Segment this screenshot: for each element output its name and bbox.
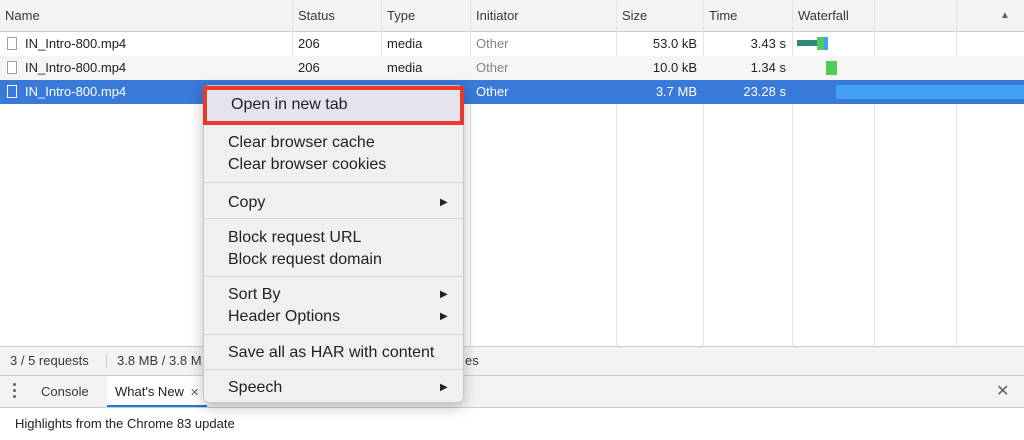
menu-item-speech[interactable]: Speech (228, 377, 282, 399)
cell-size: 10.0 kB (652, 60, 697, 75)
table-row-selected[interactable]: IN_Intro-800.mp4 Other 3.7 MB 23.28 s (0, 80, 1024, 104)
resources-size-tail: es (465, 353, 479, 368)
tab-whats-new-label: What's New (115, 384, 184, 399)
menu-item-open-in-new-tab-label: Open in new tab (231, 96, 348, 113)
menu-item-clear-browser-cookies[interactable]: Clear browser cookies (228, 154, 386, 176)
submenu-arrow-icon: ▶ (440, 382, 448, 393)
cell-status: 206 (298, 60, 320, 75)
column-header-name[interactable]: Name (0, 0, 292, 31)
submenu-arrow-icon: ▶ (440, 197, 448, 208)
waterfall-bar-waiting (797, 40, 817, 46)
sort-ascending-icon[interactable]: ▲ (1000, 0, 1010, 31)
menu-item-header-options[interactable]: Header Options (228, 306, 340, 328)
column-header-size[interactable]: Size (617, 0, 703, 31)
drawer-tab-bar: Console What's New ✕ ✕ (0, 376, 1024, 408)
file-icon (7, 85, 17, 98)
close-icon[interactable]: ✕ (190, 387, 199, 399)
close-drawer-icon[interactable]: ✕ (996, 376, 1009, 407)
column-header-type[interactable]: Type (382, 0, 470, 31)
cell-initiator: Other (476, 36, 509, 51)
menu-item-sort-by[interactable]: Sort By (228, 284, 280, 306)
menu-item-open-in-new-tab[interactable]: Open in new tab (203, 86, 464, 125)
transferred-size: 3.8 MB / 3.8 M (117, 353, 202, 368)
file-icon (7, 61, 17, 74)
cell-time: 1.34 s (750, 60, 786, 75)
cell-type: media (387, 60, 423, 75)
cell-initiator: Other (476, 60, 509, 75)
tab-whats-new[interactable]: What's New ✕ (107, 376, 208, 407)
menu-item-block-request-url[interactable]: Block request URL (228, 227, 361, 249)
request-name: IN_Intro-800.mp4 (25, 36, 127, 51)
request-name: IN_Intro-800.mp4 (25, 60, 127, 75)
waterfall-bar-content (836, 85, 1024, 99)
cell-name: IN_Intro-800.mp4 (0, 32, 292, 56)
cell-size: 3.7 MB (655, 84, 697, 99)
cell-time: 3.43 s (750, 36, 786, 51)
column-header-initiator[interactable]: Initiator (471, 0, 616, 31)
cell-size: 53.0 kB (652, 36, 697, 51)
menu-item-copy[interactable]: Copy (228, 192, 265, 214)
menu-item-clear-browser-cache[interactable]: Clear browser cache (228, 132, 375, 154)
cell-type: media (387, 36, 423, 51)
more-vertical-icon[interactable] (12, 383, 18, 401)
waterfall-bar-download (817, 37, 824, 50)
network-requests-table: Name Status Type Initiator Size Time Wat… (0, 0, 1024, 346)
cell-time: 23.28 s (743, 84, 786, 99)
column-header-waterfall[interactable]: Waterfall (793, 0, 993, 31)
table-header: Name Status Type Initiator Size Time Wat… (0, 0, 1024, 32)
submenu-arrow-icon: ▶ (440, 289, 448, 300)
tab-console-label: Console (41, 384, 89, 399)
waterfall-bar-download (826, 61, 837, 75)
table-row[interactable]: IN_Intro-800.mp4 206 media Other 10.0 kB… (0, 56, 1024, 80)
cell-name: IN_Intro-800.mp4 (0, 56, 292, 80)
context-menu: Copy Clear browser cache Clear browser c… (203, 85, 464, 403)
network-status-bar: 3 / 5 requests 3.8 MB / 3.8 M es (0, 346, 1024, 376)
cell-initiator: Other (476, 84, 509, 99)
tab-console[interactable]: Console (33, 376, 97, 407)
request-name: IN_Intro-800.mp4 (25, 84, 127, 99)
column-header-status[interactable]: Status (293, 0, 381, 31)
menu-item-save-har[interactable]: Save all as HAR with content (228, 342, 434, 364)
drawer-content: Highlights from the Chrome 83 update (0, 408, 1024, 440)
request-count: 3 / 5 requests (10, 353, 89, 368)
submenu-arrow-icon: ▶ (440, 311, 448, 322)
cell-status: 206 (298, 36, 320, 51)
menu-item-block-request-domain[interactable]: Block request domain (228, 249, 382, 271)
table-row[interactable]: IN_Intro-800.mp4 206 media Other 53.0 kB… (0, 32, 1024, 56)
column-header-time[interactable]: Time (704, 0, 792, 31)
whats-new-heading: Highlights from the Chrome 83 update (15, 416, 235, 431)
waterfall-bar-content (824, 37, 828, 50)
file-icon (7, 37, 17, 50)
